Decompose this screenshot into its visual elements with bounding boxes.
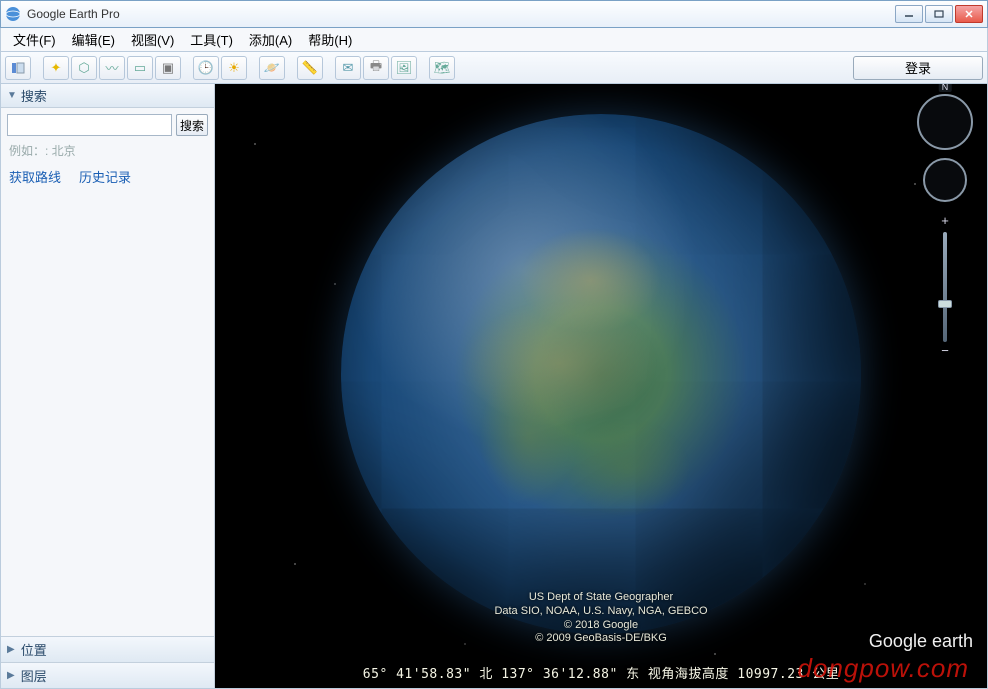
- zoom-control: + −: [936, 214, 954, 360]
- hide-sidebar-button[interactable]: [5, 56, 31, 80]
- minimize-button[interactable]: [895, 5, 923, 23]
- app-icon: [5, 6, 21, 22]
- viewport[interactable]: N + − US Dept of State Geographer Data S…: [215, 84, 987, 688]
- clock-icon: 🕒: [198, 60, 214, 76]
- zoom-in-button[interactable]: +: [937, 214, 953, 230]
- save-image-icon: 🖼: [396, 60, 413, 76]
- placemark-button[interactable]: ✦: [43, 56, 69, 80]
- attribution: US Dept of State Geographer Data SIO, NO…: [494, 591, 707, 646]
- history-link[interactable]: 历史记录: [79, 167, 131, 186]
- google-earth-logo: Google earth: [869, 631, 973, 652]
- planet-icon: 🪐: [264, 60, 280, 76]
- search-input[interactable]: [7, 114, 172, 136]
- look-joystick[interactable]: [923, 158, 967, 202]
- menu-bar: 文件(F) 编辑(E) 视图(V) 工具(T) 添加(A) 帮助(H): [0, 28, 988, 52]
- ruler-icon: 📏: [302, 60, 318, 76]
- north-label: N: [939, 84, 952, 92]
- menu-edit[interactable]: 编辑(E): [64, 28, 123, 51]
- planet-button[interactable]: 🪐: [259, 56, 285, 80]
- maximize-button[interactable]: [925, 5, 953, 23]
- menu-view[interactable]: 视图(V): [123, 28, 182, 51]
- places-panel-header[interactable]: ▶ 位置: [1, 636, 214, 662]
- title-bar: Google Earth Pro: [0, 0, 988, 28]
- status-bar: 65° 41'58.83" 北 137° 36'12.88" 东 视角海拔高度 …: [215, 663, 987, 682]
- login-button[interactable]: 登录: [853, 56, 983, 80]
- print-button[interactable]: 🖶: [363, 56, 389, 80]
- image-overlay-button[interactable]: ▭: [127, 56, 153, 80]
- search-hint: 例如：: 北京: [1, 142, 214, 163]
- main-area: ▼ 搜索 搜索 例如：: 北京 获取路线 历史记录 ▶ 位置 ▶ 图层 N: [0, 84, 988, 689]
- search-button[interactable]: 搜索: [176, 114, 208, 136]
- compass-control[interactable]: N: [917, 94, 973, 150]
- image-overlay-icon: ▭: [134, 60, 146, 76]
- save-image-button[interactable]: 🖼: [391, 56, 417, 80]
- camera-icon: ▣: [162, 60, 174, 76]
- toolbar: ✦ ⬡ 〰 ▭ ▣ 🕒 ☀ 🪐 📏 ✉ 🖶 🖼 🗺 登录: [0, 52, 988, 84]
- sun-icon: ☀: [228, 60, 240, 76]
- email-icon: ✉: [343, 60, 354, 76]
- window-title: Google Earth Pro: [27, 7, 895, 21]
- collapse-arrow-icon: ▼: [7, 90, 17, 101]
- view-in-maps-button[interactable]: 🗺: [429, 56, 455, 80]
- pushpin-icon: ✦: [51, 60, 62, 76]
- expand-arrow-icon: ▶: [7, 670, 15, 681]
- attrib-line: Data SIO, NOAA, U.S. Navy, NGA, GEBCO: [494, 605, 707, 619]
- maps-icon: 🗺: [434, 60, 451, 76]
- search-row: 搜索: [1, 108, 214, 142]
- sunlight-button[interactable]: ☀: [221, 56, 247, 80]
- attrib-line: © 2009 GeoBasis-DE/BKG: [494, 632, 707, 646]
- record-tour-button[interactable]: ▣: [155, 56, 181, 80]
- email-button[interactable]: ✉: [335, 56, 361, 80]
- menu-add[interactable]: 添加(A): [241, 28, 300, 51]
- path-icon: 〰: [105, 58, 118, 77]
- historical-imagery-button[interactable]: 🕒: [193, 56, 219, 80]
- search-links: 获取路线 历史记录: [1, 163, 214, 190]
- menu-tools[interactable]: 工具(T): [182, 28, 241, 51]
- nav-controls: N + −: [915, 94, 975, 360]
- path-button[interactable]: 〰: [99, 56, 125, 80]
- attrib-line: © 2018 Google: [494, 619, 707, 633]
- close-button[interactable]: [955, 5, 983, 23]
- menu-file[interactable]: 文件(F): [5, 28, 64, 51]
- sidebar: ▼ 搜索 搜索 例如：: 北京 获取路线 历史记录 ▶ 位置 ▶ 图层: [1, 84, 215, 688]
- search-panel-title: 搜索: [21, 86, 47, 105]
- attrib-line: US Dept of State Geographer: [494, 591, 707, 605]
- polygon-button[interactable]: ⬡: [71, 56, 97, 80]
- places-panel-title: 位置: [21, 640, 47, 659]
- globe[interactable]: [341, 114, 861, 634]
- print-icon: 🖶: [370, 57, 382, 79]
- menu-help[interactable]: 帮助(H): [300, 28, 360, 51]
- zoom-handle[interactable]: [938, 300, 952, 308]
- zoom-slider[interactable]: [943, 232, 947, 342]
- ruler-button[interactable]: 📏: [297, 56, 323, 80]
- expand-arrow-icon: ▶: [7, 644, 15, 655]
- window-controls: [895, 5, 983, 23]
- zoom-out-button[interactable]: −: [937, 344, 953, 360]
- layers-panel-title: 图层: [21, 666, 47, 685]
- get-directions-link[interactable]: 获取路线: [9, 167, 61, 186]
- search-panel-header[interactable]: ▼ 搜索: [1, 84, 214, 108]
- polygon-icon: ⬡: [78, 60, 89, 76]
- layers-panel-header[interactable]: ▶ 图层: [1, 662, 214, 688]
